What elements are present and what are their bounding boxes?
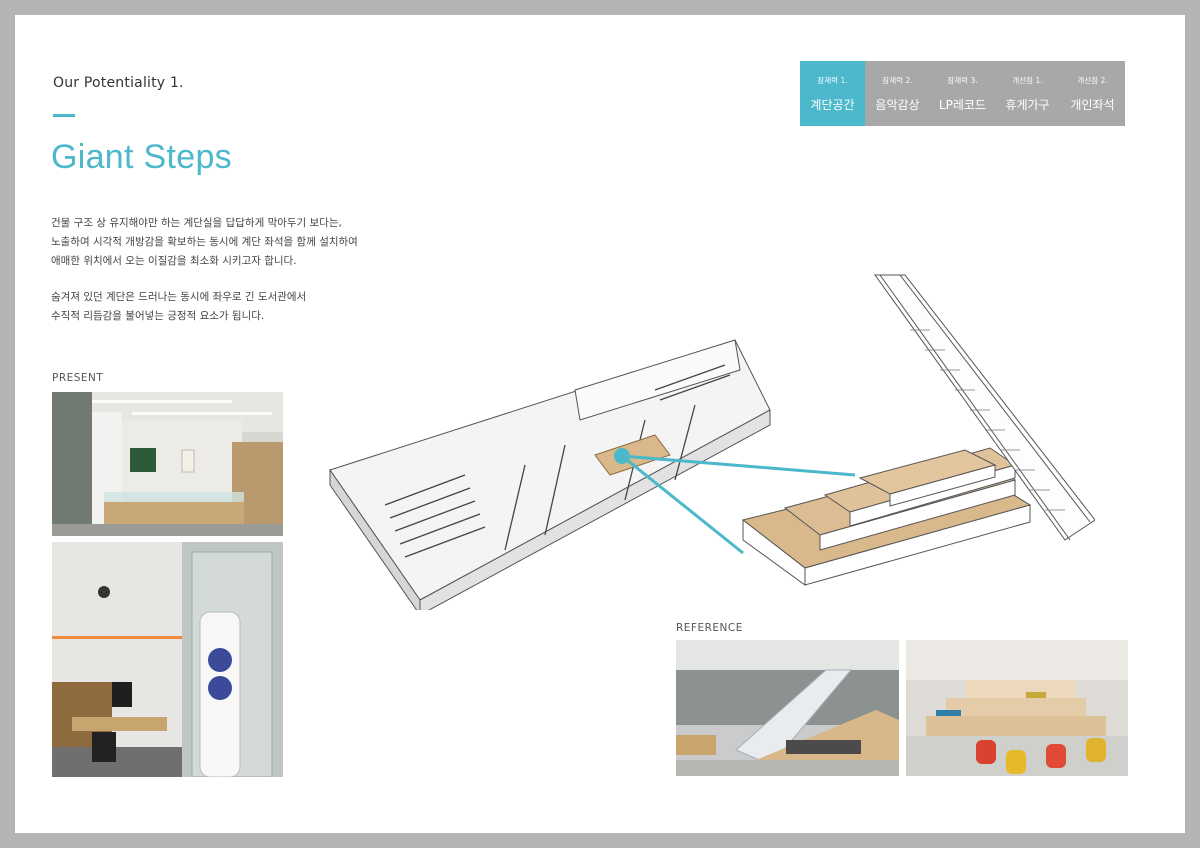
tab-label: 휴게가구: [1005, 98, 1050, 112]
tab-personal-seat[interactable]: 개선점 2. 개인좌석: [1060, 61, 1125, 126]
tab-music-listening[interactable]: 잠재력 2. 음악감상: [865, 61, 930, 126]
tab-category: 잠재력 3.: [947, 76, 978, 85]
description-paragraph-1: 건물 구조 상 유지해야만 하는 계단실을 답답하게 막아두기 보다는, 노출하…: [51, 214, 358, 271]
tab-category: 잠재력 1.: [817, 76, 848, 85]
tab-lp-record[interactable]: 잠재력 3. LP레코드: [930, 61, 995, 126]
tab-stair-space[interactable]: 잠재력 1. 계단공간: [800, 61, 865, 126]
present-photo-stair-wall: [52, 542, 283, 777]
tab-category: 잠재력 2.: [882, 76, 913, 85]
presentation-sheet: Our Potentiality 1. Giant Steps 건물 구조 상 …: [15, 15, 1185, 833]
reference-label: REFERENCE: [676, 622, 743, 634]
reference-photo-step-seating: [906, 640, 1128, 776]
description-line: 애매한 위치에서 오는 이질감을 최소화 시키고자 합니다.: [51, 255, 297, 267]
tab-label: 계단공간: [810, 98, 855, 112]
present-photo-counter: [52, 392, 283, 536]
axonometric-stair-drawing: [325, 250, 1096, 617]
description-line: 노출하여 시각적 개방감을 확보하는 동시에 계단 좌석을 함께 설치하여: [51, 236, 358, 248]
tab-category: 개선점 2.: [1077, 76, 1108, 85]
description-paragraph-2: 숨겨져 있던 계단은 드러나는 동시에 좌우로 긴 도서관에서 수직적 리듬감을…: [51, 288, 306, 326]
present-label: PRESENT: [52, 372, 104, 384]
description-line: 건물 구조 상 유지해야만 하는 계단실을 답답하게 막아두기 보다는,: [51, 217, 342, 229]
tab-label: 음악감상: [875, 98, 920, 112]
potential-tabs: 잠재력 1. 계단공간 잠재력 2. 음악감상 잠재력 3. LP레코드 개선점…: [800, 61, 1125, 126]
reference-photo-atrium-stair: [676, 640, 899, 776]
section-eyebrow: Our Potentiality 1.: [53, 75, 184, 91]
description-line: 숨겨져 있던 계단은 드러나는 동시에 좌우로 긴 도서관에서: [51, 291, 307, 303]
tab-lounge-furniture[interactable]: 개선점 1. 휴게가구: [995, 61, 1060, 126]
description-line: 수직적 리듬감을 불어넣는 긍정적 요소가 됩니다.: [51, 310, 265, 322]
tab-label: 개인좌석: [1070, 98, 1115, 112]
tab-label: LP레코드: [938, 98, 987, 112]
accent-divider: [53, 114, 75, 117]
tab-category: 개선점 1.: [1012, 76, 1043, 85]
page-title: Giant Steps: [51, 138, 232, 176]
